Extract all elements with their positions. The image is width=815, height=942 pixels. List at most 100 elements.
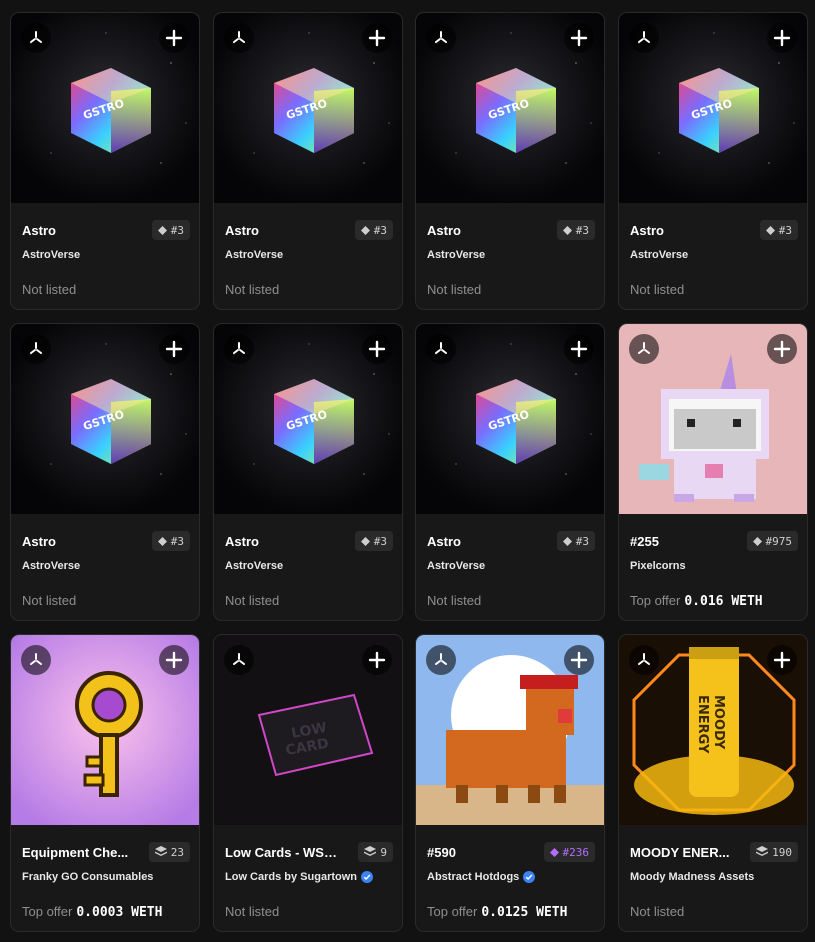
status-label: Not listed (22, 593, 77, 608)
listing-status: Not listed (630, 904, 684, 919)
add-to-cart-button[interactable] (767, 334, 797, 364)
rarity-value: #3 (170, 223, 184, 237)
collection-link[interactable]: AstroVerse (427, 560, 485, 572)
add-to-cart-button[interactable] (159, 334, 189, 364)
nft-name[interactable]: Astro (427, 534, 545, 549)
status-label: Not listed (225, 282, 280, 297)
layers-icon (154, 846, 167, 858)
collection-link[interactable]: Moody Madness Assets (630, 871, 754, 883)
nft-name[interactable]: Astro (427, 223, 545, 238)
add-to-cart-button[interactable] (159, 645, 189, 675)
collection-link[interactable]: AstroVerse (630, 249, 688, 261)
nft-name[interactable]: Low Cards - WSOA (225, 845, 343, 860)
collection-link[interactable]: AstroVerse (225, 249, 283, 261)
add-to-cart-button[interactable] (362, 645, 392, 675)
diamond-icon (562, 536, 572, 546)
rarity-value: #3 (778, 223, 792, 237)
collection-name: AstroVerse (630, 249, 689, 261)
rarity-badge: #3 (151, 220, 190, 240)
nft-card[interactable]: GSTRO Astro #3 AstroVerse Not listed (415, 323, 605, 621)
collection-logo-icon[interactable] (224, 23, 254, 53)
nft-card[interactable]: GSTRO Astro #3 AstroVerse Not listed (618, 12, 808, 310)
rarity-badge: #3 (354, 531, 393, 551)
listing-status: Top offer 0.0003 WETH (22, 904, 162, 920)
add-to-cart-button[interactable] (767, 23, 797, 53)
status-label: Not listed (427, 593, 482, 608)
nft-card[interactable]: GSTRO Astro #3 AstroVerse Not listed (10, 12, 200, 310)
nft-name[interactable]: Astro (225, 223, 343, 238)
rarity-badge: #3 (759, 220, 798, 240)
collection-name: Low Cards by Sugartown (225, 871, 358, 883)
nft-card[interactable]: Equipment Che... 23 Franky GO Consumable… (10, 634, 200, 932)
collection-link[interactable]: Abstract Hotdogs (427, 871, 536, 883)
nft-card[interactable]: GSTRO Astro #3 AstroVerse Not listed (213, 12, 403, 310)
nft-card[interactable]: #255 #975 Pixelcorns Top offer 0.016 WETH (618, 323, 808, 621)
card-info: Astro #3 AstroVerse Not listed (11, 203, 199, 309)
nft-card[interactable]: GSTRO Astro #3 AstroVerse Not listed (415, 12, 605, 310)
add-to-cart-button[interactable] (564, 334, 594, 364)
offer-price: 0.016 WETH (684, 594, 763, 609)
collection-logo-icon[interactable] (21, 645, 51, 675)
collection-link[interactable]: Low Cards by Sugartown (225, 871, 374, 883)
listing-status: Not listed (225, 282, 279, 297)
collection-logo-icon[interactable] (21, 334, 51, 364)
svg-text:ENERGY: ENERGY (695, 695, 710, 754)
collection-link[interactable]: AstroVerse (22, 560, 80, 572)
collection-logo-icon[interactable] (21, 23, 51, 53)
nft-name[interactable]: Astro (225, 534, 343, 549)
add-to-cart-button[interactable] (362, 334, 392, 364)
nft-name[interactable]: Astro (630, 223, 748, 238)
rarity-value: #975 (765, 534, 793, 548)
add-to-cart-button[interactable] (564, 23, 594, 53)
nft-card[interactable]: #590 #236 Abstract Hotdogs Top offer 0.01… (415, 634, 605, 932)
collection-name: AstroVerse (22, 560, 81, 572)
card-info: Astro #3 AstroVerse Not listed (214, 203, 402, 309)
nft-name[interactable]: MOODY ENER... (630, 845, 748, 860)
rarity-badge: 23 (148, 842, 190, 862)
nft-name[interactable]: #590 (427, 845, 545, 860)
card-info: Astro #3 AstroVerse Not listed (11, 514, 199, 620)
diamond-icon (562, 225, 572, 235)
listing-status: Not listed (225, 904, 279, 919)
collection-name: AstroVerse (22, 249, 81, 261)
rarity-value: #3 (575, 223, 589, 237)
collection-logo-icon[interactable] (426, 645, 456, 675)
status-label: Not listed (427, 282, 482, 297)
status-label: Top offer (22, 904, 73, 919)
status-label: Not listed (22, 282, 77, 297)
diamond-icon (157, 225, 167, 235)
add-to-cart-button[interactable] (362, 23, 392, 53)
collection-logo-icon[interactable] (224, 645, 254, 675)
collection-link[interactable]: Franky GO Consumables (22, 871, 153, 883)
listing-status: Top offer 0.0125 WETH (427, 904, 567, 920)
collection-logo-icon[interactable] (629, 23, 659, 53)
nft-name[interactable]: Astro (22, 534, 140, 549)
collection-logo-icon[interactable] (224, 334, 254, 364)
layers-icon (364, 846, 377, 858)
nft-name[interactable]: Equipment Che... (22, 845, 140, 860)
nft-name[interactable]: Astro (22, 223, 140, 238)
nft-card[interactable]: MOODY ENERGY MOODY ENER... 190 Moody Mad… (618, 634, 808, 932)
rarity-value: #3 (373, 534, 387, 548)
collection-logo-icon[interactable] (426, 334, 456, 364)
collection-logo-icon[interactable] (629, 334, 659, 364)
collection-link[interactable]: Pixelcorns (630, 560, 686, 572)
diamond-icon (765, 225, 775, 235)
diamond-icon (360, 225, 370, 235)
nft-card[interactable]: GSTRO Astro #3 AstroVerse Not listed (10, 323, 200, 621)
collection-link[interactable]: AstroVerse (225, 560, 283, 572)
collection-logo-icon[interactable] (426, 23, 456, 53)
listing-status: Not listed (22, 282, 76, 297)
add-to-cart-button[interactable] (159, 23, 189, 53)
collection-logo-icon[interactable] (629, 645, 659, 675)
collection-link[interactable]: AstroVerse (22, 249, 80, 261)
nft-card[interactable]: GSTRO Astro #3 AstroVerse Not listed (213, 323, 403, 621)
add-to-cart-button[interactable] (767, 645, 797, 675)
collection-link[interactable]: AstroVerse (427, 249, 485, 261)
rarity-value: 23 (170, 845, 184, 859)
nft-name[interactable]: #255 (630, 534, 748, 549)
rarity-value: 9 (380, 845, 387, 859)
nft-card[interactable]: LOW CARD Low Cards - WSOA 9 Low Cards by… (213, 634, 403, 932)
rarity-value: #236 (562, 845, 590, 859)
add-to-cart-button[interactable] (564, 645, 594, 675)
